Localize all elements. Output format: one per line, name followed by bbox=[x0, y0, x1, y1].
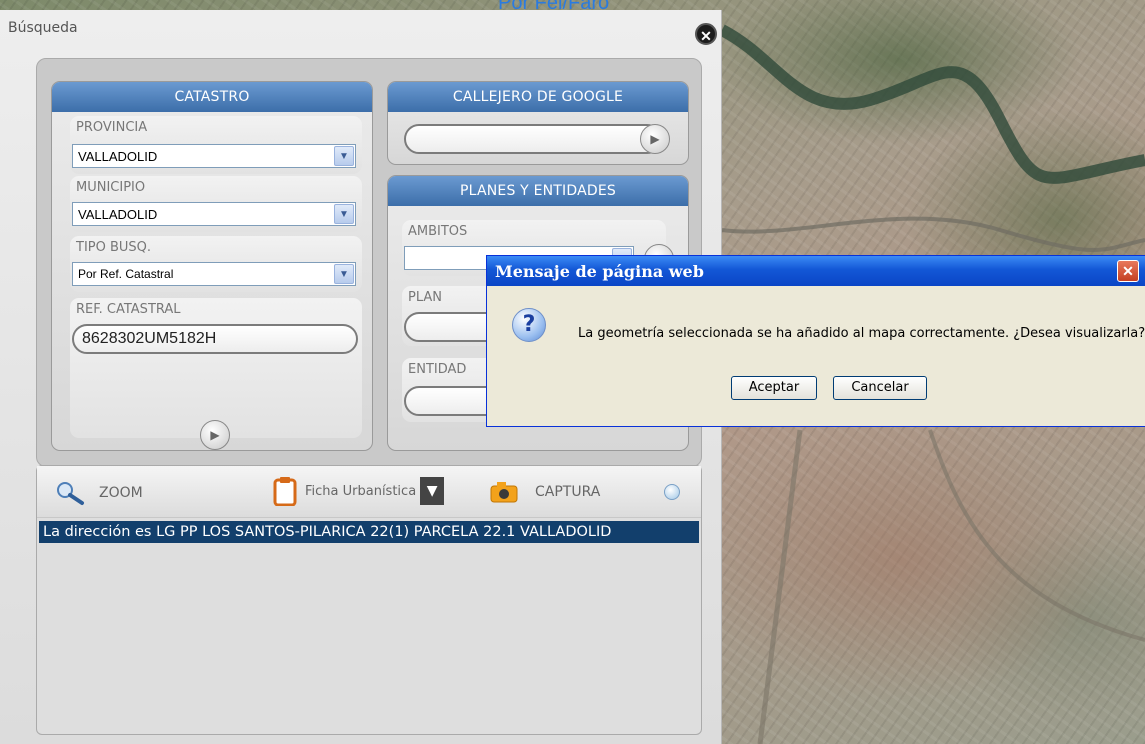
dialog-titlebar[interactable]: Mensaje de página web ✕ bbox=[487, 256, 1145, 286]
cancel-button[interactable]: Cancelar bbox=[833, 376, 927, 400]
tipo-busq-group: TIPO BUSQ. Por Ref. Catastral ▼ bbox=[70, 236, 362, 292]
dialog-message: La geometría seleccionada se ha añadido … bbox=[578, 326, 1145, 341]
ref-catastral-label: REF. CATASTRAL bbox=[76, 302, 181, 317]
provincia-label: PROVINCIA bbox=[76, 120, 148, 135]
river-path bbox=[719, 24, 1145, 184]
municipio-value: VALLADOLID bbox=[78, 207, 158, 222]
radio-icon[interactable] bbox=[664, 484, 680, 500]
callejero-section: CALLEJERO DE GOOGLE ▶ bbox=[387, 81, 689, 165]
tipo-busq-select[interactable]: Por Ref. Catastral ▼ bbox=[72, 262, 356, 286]
results-panel: ZOOM Ficha Urbanística ▼ CAPTURA La dire… bbox=[36, 465, 702, 735]
ref-catastral-input[interactable]: 8628302UM5182H bbox=[72, 324, 358, 354]
zoom-label: ZOOM bbox=[99, 485, 143, 501]
chevron-down-icon[interactable]: ▼ bbox=[334, 146, 354, 166]
clipboard-icon bbox=[273, 477, 297, 506]
magnifier-icon bbox=[57, 482, 84, 505]
results-toolbar: ZOOM Ficha Urbanística ▼ CAPTURA bbox=[37, 466, 701, 518]
results-highlighted-row[interactable]: La dirección es LG PP LOS SANTOS-PILARIC… bbox=[39, 521, 699, 543]
road-path bbox=[721, 216, 1145, 252]
municipio-group: MUNICIPIO VALLADOLID ▼ bbox=[70, 176, 362, 232]
tipo-busq-value: Por Ref. Catastral bbox=[78, 267, 174, 281]
close-icon[interactable]: ✕ bbox=[695, 23, 717, 45]
camera-icon bbox=[490, 482, 518, 503]
zoom-tool[interactable]: ZOOM bbox=[55, 480, 143, 506]
chevron-down-icon[interactable]: ▼ bbox=[334, 204, 354, 224]
panel-title: Búsqueda bbox=[8, 20, 78, 36]
road-path bbox=[928, 429, 1145, 642]
ficha-label: Ficha Urbanística bbox=[305, 483, 417, 499]
ambitos-label: AMBITOS bbox=[408, 224, 468, 239]
tipo-busq-label: TIPO BUSQ. bbox=[76, 240, 152, 255]
callejero-input[interactable] bbox=[404, 124, 662, 154]
question-icon: ? bbox=[512, 308, 546, 342]
callejero-search-button[interactable]: ▶ bbox=[640, 124, 670, 154]
catastro-section: CATASTRO PROVINCIA VALLADOLID ▼ MUNICIPI… bbox=[51, 81, 373, 451]
captura-label: CAPTURA bbox=[535, 484, 601, 500]
provincia-value: VALLADOLID bbox=[78, 149, 158, 164]
ficha-tool[interactable]: Ficha Urbanística ▼ bbox=[273, 476, 445, 506]
captura-tool[interactable]: CAPTURA bbox=[489, 480, 600, 504]
provincia-group: PROVINCIA VALLADOLID ▼ bbox=[70, 116, 362, 174]
municipio-label: MUNICIPIO bbox=[76, 180, 146, 195]
dialog-title: Mensaje de página web bbox=[495, 262, 704, 281]
catastro-search-button[interactable]: ▶ bbox=[200, 420, 230, 450]
accept-button[interactable]: Aceptar bbox=[731, 376, 817, 400]
municipio-select[interactable]: VALLADOLID ▼ bbox=[72, 202, 356, 226]
callejero-header: CALLEJERO DE GOOGLE bbox=[388, 82, 688, 112]
dropdown-arrow-icon[interactable]: ▼ bbox=[420, 477, 445, 505]
provincia-select[interactable]: VALLADOLID ▼ bbox=[72, 144, 356, 168]
entidad-label: ENTIDAD bbox=[408, 362, 467, 377]
planes-header: PLANES Y ENTIDADES bbox=[388, 176, 688, 206]
ref-catastral-group: REF. CATASTRAL 8628302UM5182H bbox=[70, 298, 362, 438]
road-path bbox=[757, 429, 803, 744]
web-page-message-dialog: Mensaje de página web ✕ ? La geometría s… bbox=[486, 255, 1145, 427]
close-icon[interactable]: ✕ bbox=[1117, 260, 1139, 282]
catastro-header: CATASTRO bbox=[52, 82, 372, 112]
plan-label: PLAN bbox=[408, 290, 442, 305]
chevron-down-icon[interactable]: ▼ bbox=[334, 264, 354, 284]
